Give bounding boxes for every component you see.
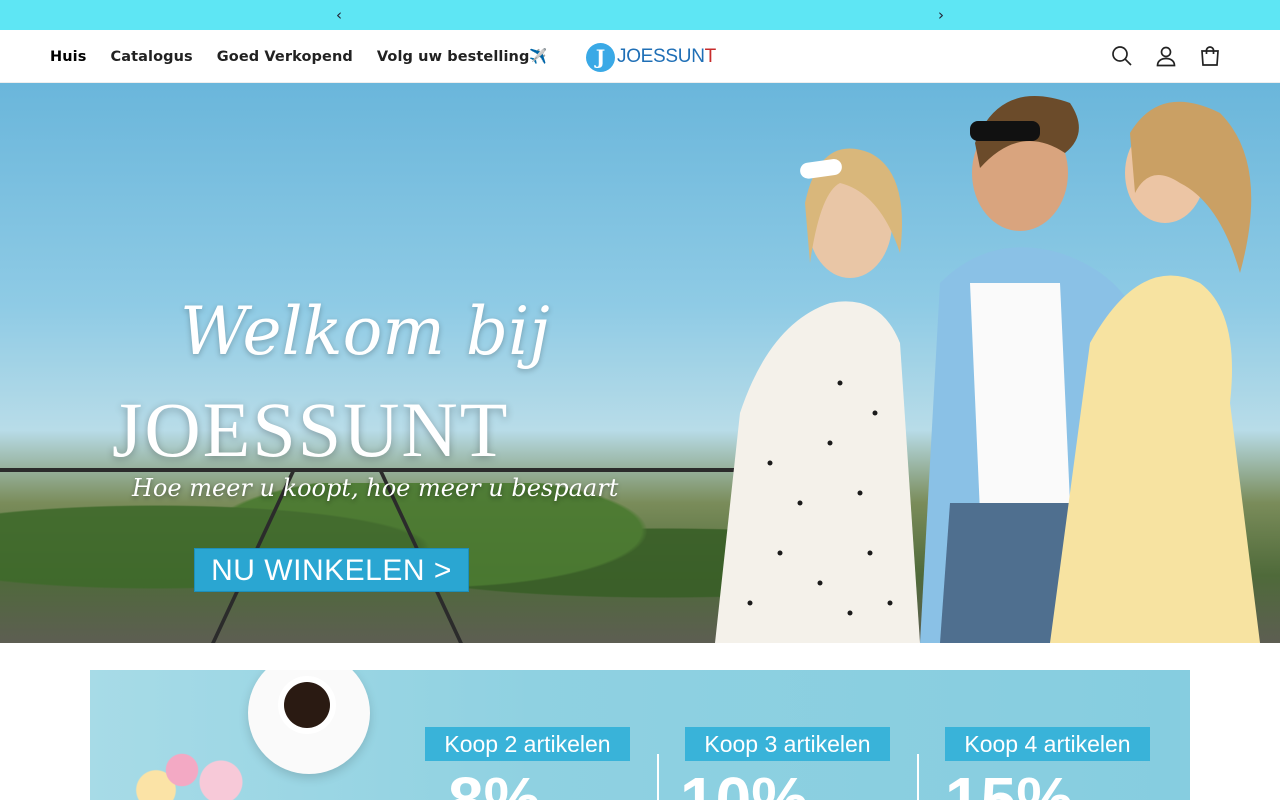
deal-label-4-items: Koop 4 artikelen — [945, 727, 1150, 761]
main-nav: Huis Catalogus Goed Verkopend Volg uw be… — [50, 30, 548, 83]
chevron-right-icon[interactable]: › — [932, 5, 950, 25]
account-icon[interactable] — [1154, 42, 1178, 70]
announcement-bar: ‹ › — [0, 0, 1280, 30]
nav-item-catalogus[interactable]: Catalogus — [110, 49, 192, 65]
flowers-decoration — [130, 730, 260, 800]
hero-brand-title: JOESSUNT — [112, 386, 510, 473]
nav-item-huis[interactable]: Huis — [50, 49, 86, 65]
hero-tagline: Hoe meer u koopt, hoe meer u bespaart — [132, 474, 619, 502]
hero-people-image — [715, 96, 1260, 643]
shop-now-button[interactable]: NU WINKELEN > — [194, 548, 469, 592]
divider — [657, 754, 659, 800]
hero-banner[interactable]: Welkom bij JOESSUNT Hoe meer u koopt, ho… — [0, 83, 1280, 643]
header-icons — [1110, 42, 1222, 70]
logo-mark: J — [586, 42, 615, 72]
site-logo[interactable]: J JOESSUNT — [586, 41, 716, 73]
divider — [917, 754, 919, 800]
nav-item-volg-uw-bestelling[interactable]: Volg uw bestelling✈️ — [377, 48, 548, 65]
site-header: Huis Catalogus Goed Verkopend Volg uw be… — [0, 30, 1280, 83]
deal-value-2-items: 8% — [448, 764, 541, 800]
nav-item-goed-verkopend[interactable]: Goed Verkopend — [217, 49, 353, 65]
deal-label-2-items: Koop 2 artikelen — [425, 727, 630, 761]
deal-label-3-items: Koop 3 artikelen — [685, 727, 890, 761]
logo-wordmark: JOESSUNT — [617, 46, 716, 67]
deal-value-4-items: 15% — [945, 764, 1074, 800]
hero-welcome-text: Welkom bij — [180, 293, 550, 370]
coffee-cup-image — [248, 670, 370, 774]
deal-value-3-items: 10% — [680, 764, 809, 800]
search-icon[interactable] — [1110, 42, 1134, 70]
chevron-left-icon[interactable]: ‹ — [330, 5, 348, 25]
cart-icon[interactable] — [1198, 42, 1222, 70]
promo-banner[interactable]: Koop 2 artikelen Koop 3 artikelen Koop 4… — [90, 670, 1190, 800]
